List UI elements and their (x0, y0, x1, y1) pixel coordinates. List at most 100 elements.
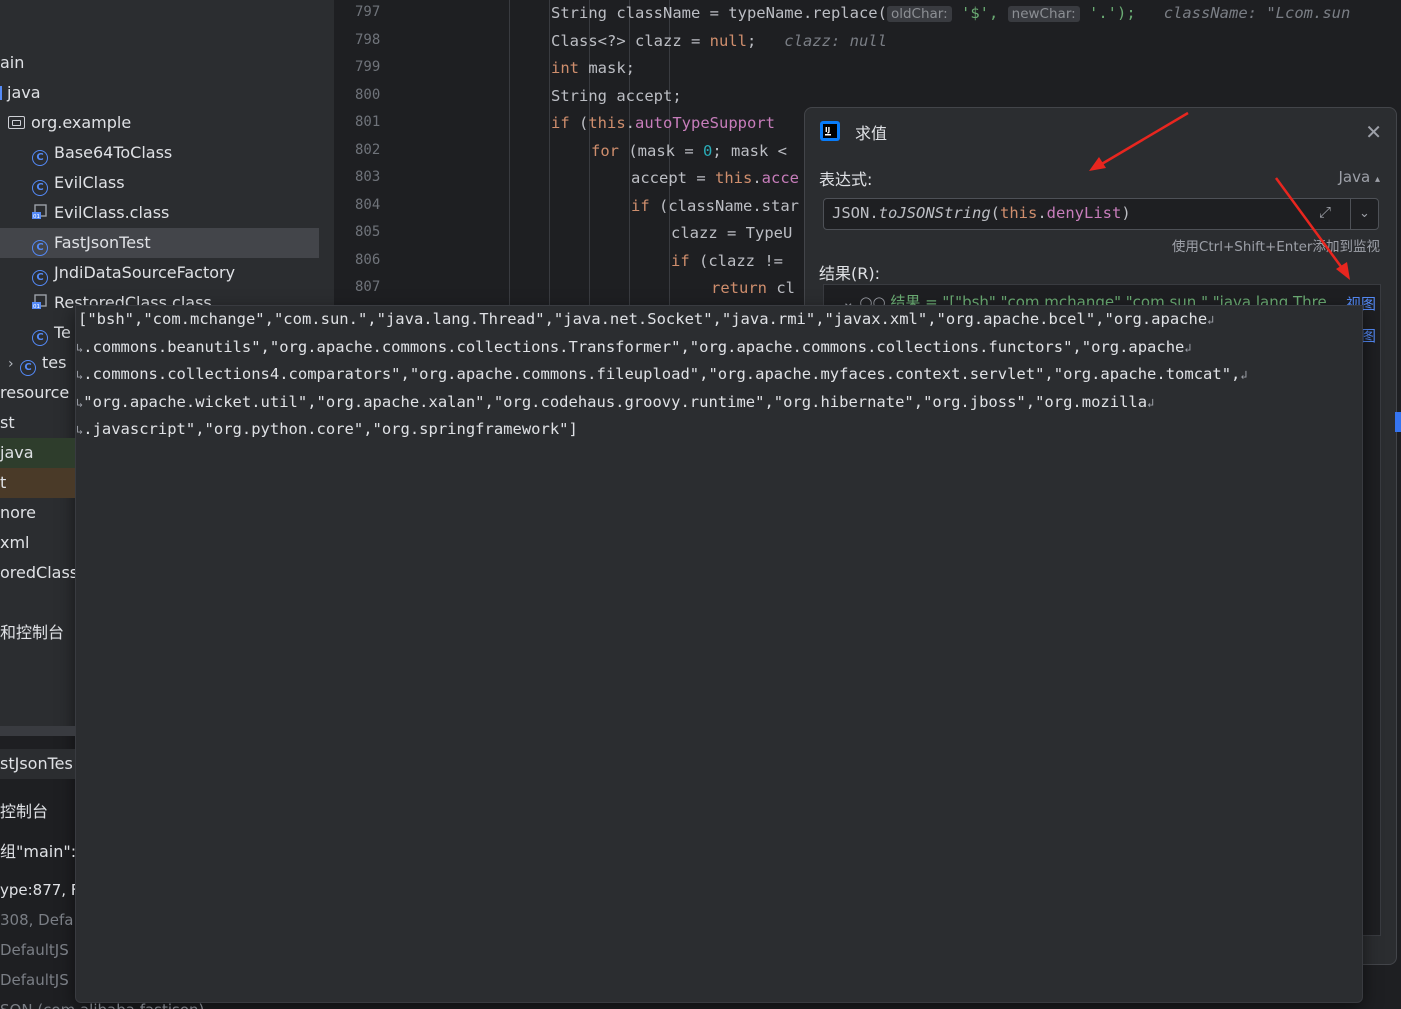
left-panel-row[interactable]: xml (0, 528, 75, 558)
left-panel-row[interactable]: java (0, 438, 75, 468)
code-token: '.'); (1079, 4, 1164, 22)
language-selector[interactable]: Java ▴ (1339, 168, 1381, 186)
expression-label: 表达式: (819, 170, 873, 189)
expression-token: denyList (1046, 204, 1122, 222)
svg-text:01: 01 (33, 304, 40, 310)
indent-guide (549, 0, 550, 305)
popup-value-line: ["bsh","com.mchange","com.sun.","java.la… (78, 310, 1214, 328)
left-panel-row[interactable]: 组"main": (0, 837, 75, 867)
tree-item-label: ain (0, 53, 25, 72)
line-number: 798 (355, 31, 381, 48)
java-class-icon: C (32, 240, 48, 256)
line-number: 799 (355, 59, 381, 75)
code-token: for (591, 141, 619, 160)
code-line[interactable]: if (className.star (631, 197, 799, 215)
package-icon (8, 116, 25, 129)
scrollbar-marker (1395, 412, 1401, 432)
chevron-right-icon[interactable]: › (8, 349, 20, 379)
line-number: 800 (355, 86, 381, 103)
code-line[interactable]: Class<?> clazz = null; clazz: null (551, 32, 887, 50)
tree-item-label: EvilClass (54, 173, 125, 192)
expand-icon[interactable]: ⤢ (1312, 203, 1338, 225)
tree-item[interactable]: java (0, 78, 334, 108)
left-panel-row[interactable]: oredClass. (0, 558, 75, 588)
dialog-title: 求值 (855, 124, 888, 143)
line-number: 801 (355, 114, 381, 130)
tree-item-label: java (7, 83, 41, 102)
left-panel-row[interactable]: 控制台 (0, 797, 75, 827)
popup-value-line: ↳.commons.collections4.comparators","org… (76, 365, 1248, 383)
code-line[interactable]: return cl (711, 279, 795, 297)
popup-value-text: "org.apache.wicket.util","org.apache.xal… (83, 392, 1148, 411)
left-panel-row[interactable]: t (0, 468, 75, 498)
code-token: . (625, 114, 636, 132)
code-line[interactable]: clazz = TypeU (671, 224, 792, 242)
code-token: this (715, 169, 753, 187)
code-token: autoTypeSupport (635, 114, 775, 132)
expression-token: JSON. (832, 204, 879, 222)
popup-value-text: .javascript","org.python.core","org.spri… (83, 420, 578, 438)
code-token: String accept; (551, 86, 682, 105)
left-panel-row[interactable]: SON (com.alibaba.fastjson) (0, 995, 400, 1009)
tree-item[interactable]: C FastJsonTest (0, 228, 319, 258)
code-line[interactable]: int mask; (551, 59, 635, 77)
line-number: 807 (355, 279, 381, 295)
history-dropdown-button[interactable]: ⌄ (1350, 199, 1378, 229)
code-token: this (588, 114, 626, 132)
code-token: acce (761, 169, 799, 187)
code-token: newChar: (1007, 6, 1080, 22)
soft-wrap-icon: ↲ (1184, 340, 1192, 355)
left-panel-row[interactable]: ype:877, F (0, 875, 75, 905)
tree-item[interactable]: 01 EvilClass.class (0, 198, 334, 228)
view-link-secondary[interactable]: 图 (1361, 325, 1376, 346)
left-panel-row[interactable]: resource (0, 378, 75, 408)
tree-item[interactable]: C JndiDataSourceFactory (0, 258, 334, 288)
code-token: . (752, 169, 762, 187)
popup-value-line: ↳.commons.beanutils","org.apache.commons… (76, 338, 1192, 356)
expression-input[interactable]: JSON.toJSONString(this.denyList) ⤢ ⌄ (823, 198, 1379, 230)
tree-item-label: org.example (31, 113, 132, 132)
tree-item[interactable]: C Base64ToClass (0, 138, 334, 168)
code-token: (mask = (619, 141, 703, 160)
code-token: null (709, 31, 747, 50)
soft-wrap-icon: ↲ (1240, 368, 1248, 382)
code-line[interactable]: String accept; (551, 87, 682, 105)
code-token: accept = (631, 169, 715, 187)
code-token: clazz = TypeU (671, 224, 793, 242)
code-line[interactable]: String className = typeName.replace(oldC… (551, 4, 1350, 22)
code-line[interactable]: for (mask = 0; mask < (591, 142, 787, 160)
expression-token: this (1000, 204, 1038, 222)
language-label: Java (1338, 168, 1371, 186)
soft-wrap-icon: ↲ (1147, 395, 1155, 410)
code-token: ( (569, 114, 589, 132)
popup-value-line: ↳.javascript","org.python.core","org.spr… (76, 420, 578, 438)
left-panel-row[interactable]: 和控制台 (0, 618, 75, 648)
code-token: '$', (951, 4, 1008, 22)
add-to-watch-hint: 使用Ctrl+Shift+Enter添加到监视 (1171, 239, 1380, 255)
left-panel-row[interactable]: stJsonTes (0, 749, 75, 779)
java-class-icon: C (32, 180, 48, 196)
left-panel-row[interactable]: st (0, 408, 75, 438)
popup-value-text: .commons.collections4.comparators","org.… (83, 365, 1241, 383)
expression-token: toJSONString (878, 204, 991, 222)
tree-item[interactable]: org.example (0, 108, 334, 138)
code-line[interactable]: accept = this.acce (631, 169, 799, 187)
left-panel-row[interactable]: DefaultJS (0, 965, 75, 995)
code-token: oldChar: (886, 6, 952, 22)
code-line[interactable]: if (clazz != (671, 252, 792, 270)
tree-item[interactable]: ain (0, 48, 334, 78)
indent-guide (509, 0, 510, 305)
run-panel-header (0, 726, 75, 736)
close-icon[interactable]: ✕ (1365, 120, 1382, 144)
expression-token: ( (990, 204, 1000, 222)
line-number: 803 (355, 169, 381, 185)
value-popup[interactable]: ["bsh","com.mchange","com.sun.","java.la… (75, 305, 1363, 1003)
left-panel-row[interactable]: nore (0, 498, 75, 528)
tree-item[interactable]: C EvilClass (0, 168, 334, 198)
java-class-icon: C (32, 330, 48, 346)
left-panel-row[interactable]: DefaultJS (0, 935, 75, 965)
code-token: String className = typeName.replace( (551, 4, 887, 22)
left-panel-row[interactable]: 308, Defa (0, 905, 75, 935)
class-file-icon: 01 (32, 290, 48, 310)
code-line[interactable]: if (this.autoTypeSupport (551, 114, 775, 132)
